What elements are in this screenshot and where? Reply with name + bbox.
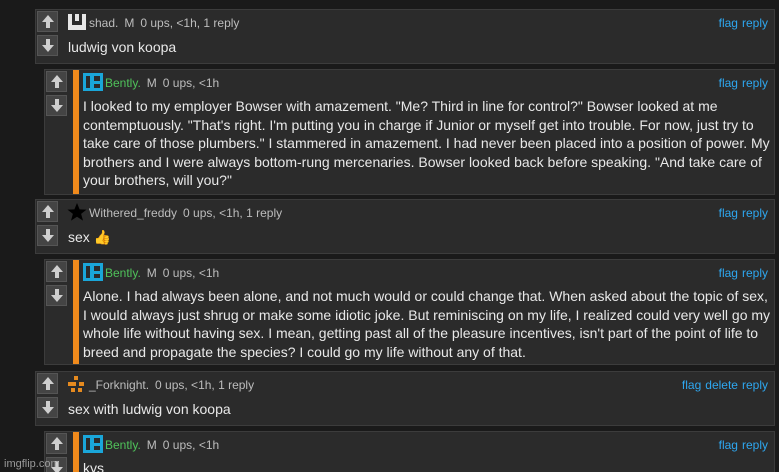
- comment-header: Bently. M 0 ups, <1h: [83, 73, 219, 91]
- reply-indicator-bar: [73, 260, 79, 364]
- vote-column: [45, 260, 72, 306]
- comment-text: sex 👍: [68, 229, 112, 245]
- reply-link[interactable]: reply: [742, 438, 768, 452]
- comment-header: _Forknight. 0 ups, <1h, 1 reply: [67, 375, 254, 393]
- upvote-icon[interactable]: [46, 261, 67, 282]
- mod-badge: M: [146, 76, 157, 90]
- reply-link[interactable]: reply: [742, 378, 768, 392]
- vote-column: [36, 372, 63, 418]
- comment-actions: flag reply: [715, 266, 768, 280]
- imgflip-watermark: imgflip.com: [4, 458, 60, 470]
- comment-withered-freddy: Withered_freddy 0 ups, <1h, 1 reply flag r…: [35, 199, 775, 254]
- star-avatar-icon[interactable]: [67, 203, 87, 221]
- delete-link[interactable]: delete: [705, 378, 738, 392]
- user-avatar-icon[interactable]: [83, 435, 103, 453]
- username[interactable]: _Forknight.: [89, 378, 149, 392]
- mod-badge: M: [124, 16, 135, 30]
- comment-bently-3: Bently. M 0 ups, <1h flag reply kys: [44, 431, 775, 472]
- comment-bently-2: Bently. M 0 ups, <1h flag reply Alone. I ha…: [44, 259, 775, 365]
- username[interactable]: Bently.: [105, 266, 141, 280]
- reply-link[interactable]: reply: [742, 16, 768, 30]
- comment-shad: shad. M 0 ups, <1h, 1 reply flag reply ludw…: [35, 9, 775, 64]
- comment-meta: 0 ups, <1h: [162, 438, 220, 452]
- flag-link[interactable]: flag: [682, 378, 701, 392]
- flag-link[interactable]: flag: [719, 206, 738, 220]
- user-avatar-icon[interactable]: [83, 73, 103, 91]
- upvote-icon[interactable]: [37, 201, 58, 222]
- vote-column: [36, 200, 63, 246]
- comment-header: Bently. M 0 ups, <1h: [83, 263, 219, 281]
- flag-link[interactable]: flag: [719, 438, 738, 452]
- comment-actions: flag reply: [715, 76, 768, 90]
- upvote-icon[interactable]: [46, 433, 67, 454]
- downvote-icon[interactable]: [46, 285, 67, 306]
- mod-badge: M: [146, 266, 157, 280]
- mod-badge: M: [146, 438, 157, 452]
- comment-text: ludwig von koopa: [68, 39, 177, 55]
- comment-bently-1: Bently. M 0 ups, <1h flag reply I looked to…: [44, 69, 775, 195]
- reply-link[interactable]: reply: [742, 266, 768, 280]
- upvote-icon[interactable]: [37, 373, 58, 394]
- pixel-avatar-icon[interactable]: [67, 375, 87, 393]
- comment-actions: flag reply: [715, 206, 768, 220]
- comment-meta: 0 ups, <1h: [162, 266, 220, 280]
- comment-forknight: _Forknight. 0 ups, <1h, 1 reply flag delet…: [35, 371, 775, 426]
- comment-text: I looked to my employer Bowser with amaz…: [83, 98, 770, 188]
- user-avatar-icon[interactable]: [83, 263, 103, 281]
- downvote-icon[interactable]: [46, 95, 67, 116]
- comment-actions: flag reply: [715, 438, 768, 452]
- reply-link[interactable]: reply: [742, 206, 768, 220]
- downvote-icon[interactable]: [37, 225, 58, 246]
- upvote-icon[interactable]: [46, 71, 67, 92]
- comment-header: Bently. M 0 ups, <1h: [83, 435, 219, 453]
- flag-link[interactable]: flag: [719, 16, 738, 30]
- comment-header: Withered_freddy 0 ups, <1h, 1 reply: [67, 203, 282, 221]
- flag-link[interactable]: flag: [719, 266, 738, 280]
- flag-link[interactable]: flag: [719, 76, 738, 90]
- upvote-icon[interactable]: [37, 11, 58, 32]
- comment-text: sex with ludwig von koopa: [68, 401, 231, 417]
- comment-text: kys: [83, 460, 104, 472]
- comment-actions: flag delete reply: [678, 378, 768, 392]
- downvote-icon[interactable]: [37, 397, 58, 418]
- reply-indicator-bar: [73, 70, 79, 194]
- comment-header: shad. M 0 ups, <1h, 1 reply: [67, 13, 239, 31]
- vote-column: [36, 10, 63, 56]
- comment-meta: 0 ups, <1h, 1 reply: [140, 16, 240, 30]
- downvote-icon[interactable]: [37, 35, 58, 56]
- comment-meta: 0 ups, <1h, 1 reply: [183, 206, 283, 220]
- reply-link[interactable]: reply: [742, 76, 768, 90]
- username[interactable]: shad.: [89, 16, 118, 30]
- username[interactable]: Withered_freddy: [89, 206, 177, 220]
- user-avatar-icon[interactable]: [67, 13, 87, 31]
- comment-text: Alone. I had always been alone, and not …: [83, 288, 771, 360]
- username[interactable]: Bently.: [105, 438, 141, 452]
- reply-indicator-bar: [73, 432, 79, 472]
- vote-column: [45, 70, 72, 116]
- username[interactable]: Bently.: [105, 76, 141, 90]
- comment-meta: 0 ups, <1h, 1 reply: [155, 378, 255, 392]
- comment-actions: flag reply: [715, 16, 768, 30]
- comment-meta: 0 ups, <1h: [162, 76, 220, 90]
